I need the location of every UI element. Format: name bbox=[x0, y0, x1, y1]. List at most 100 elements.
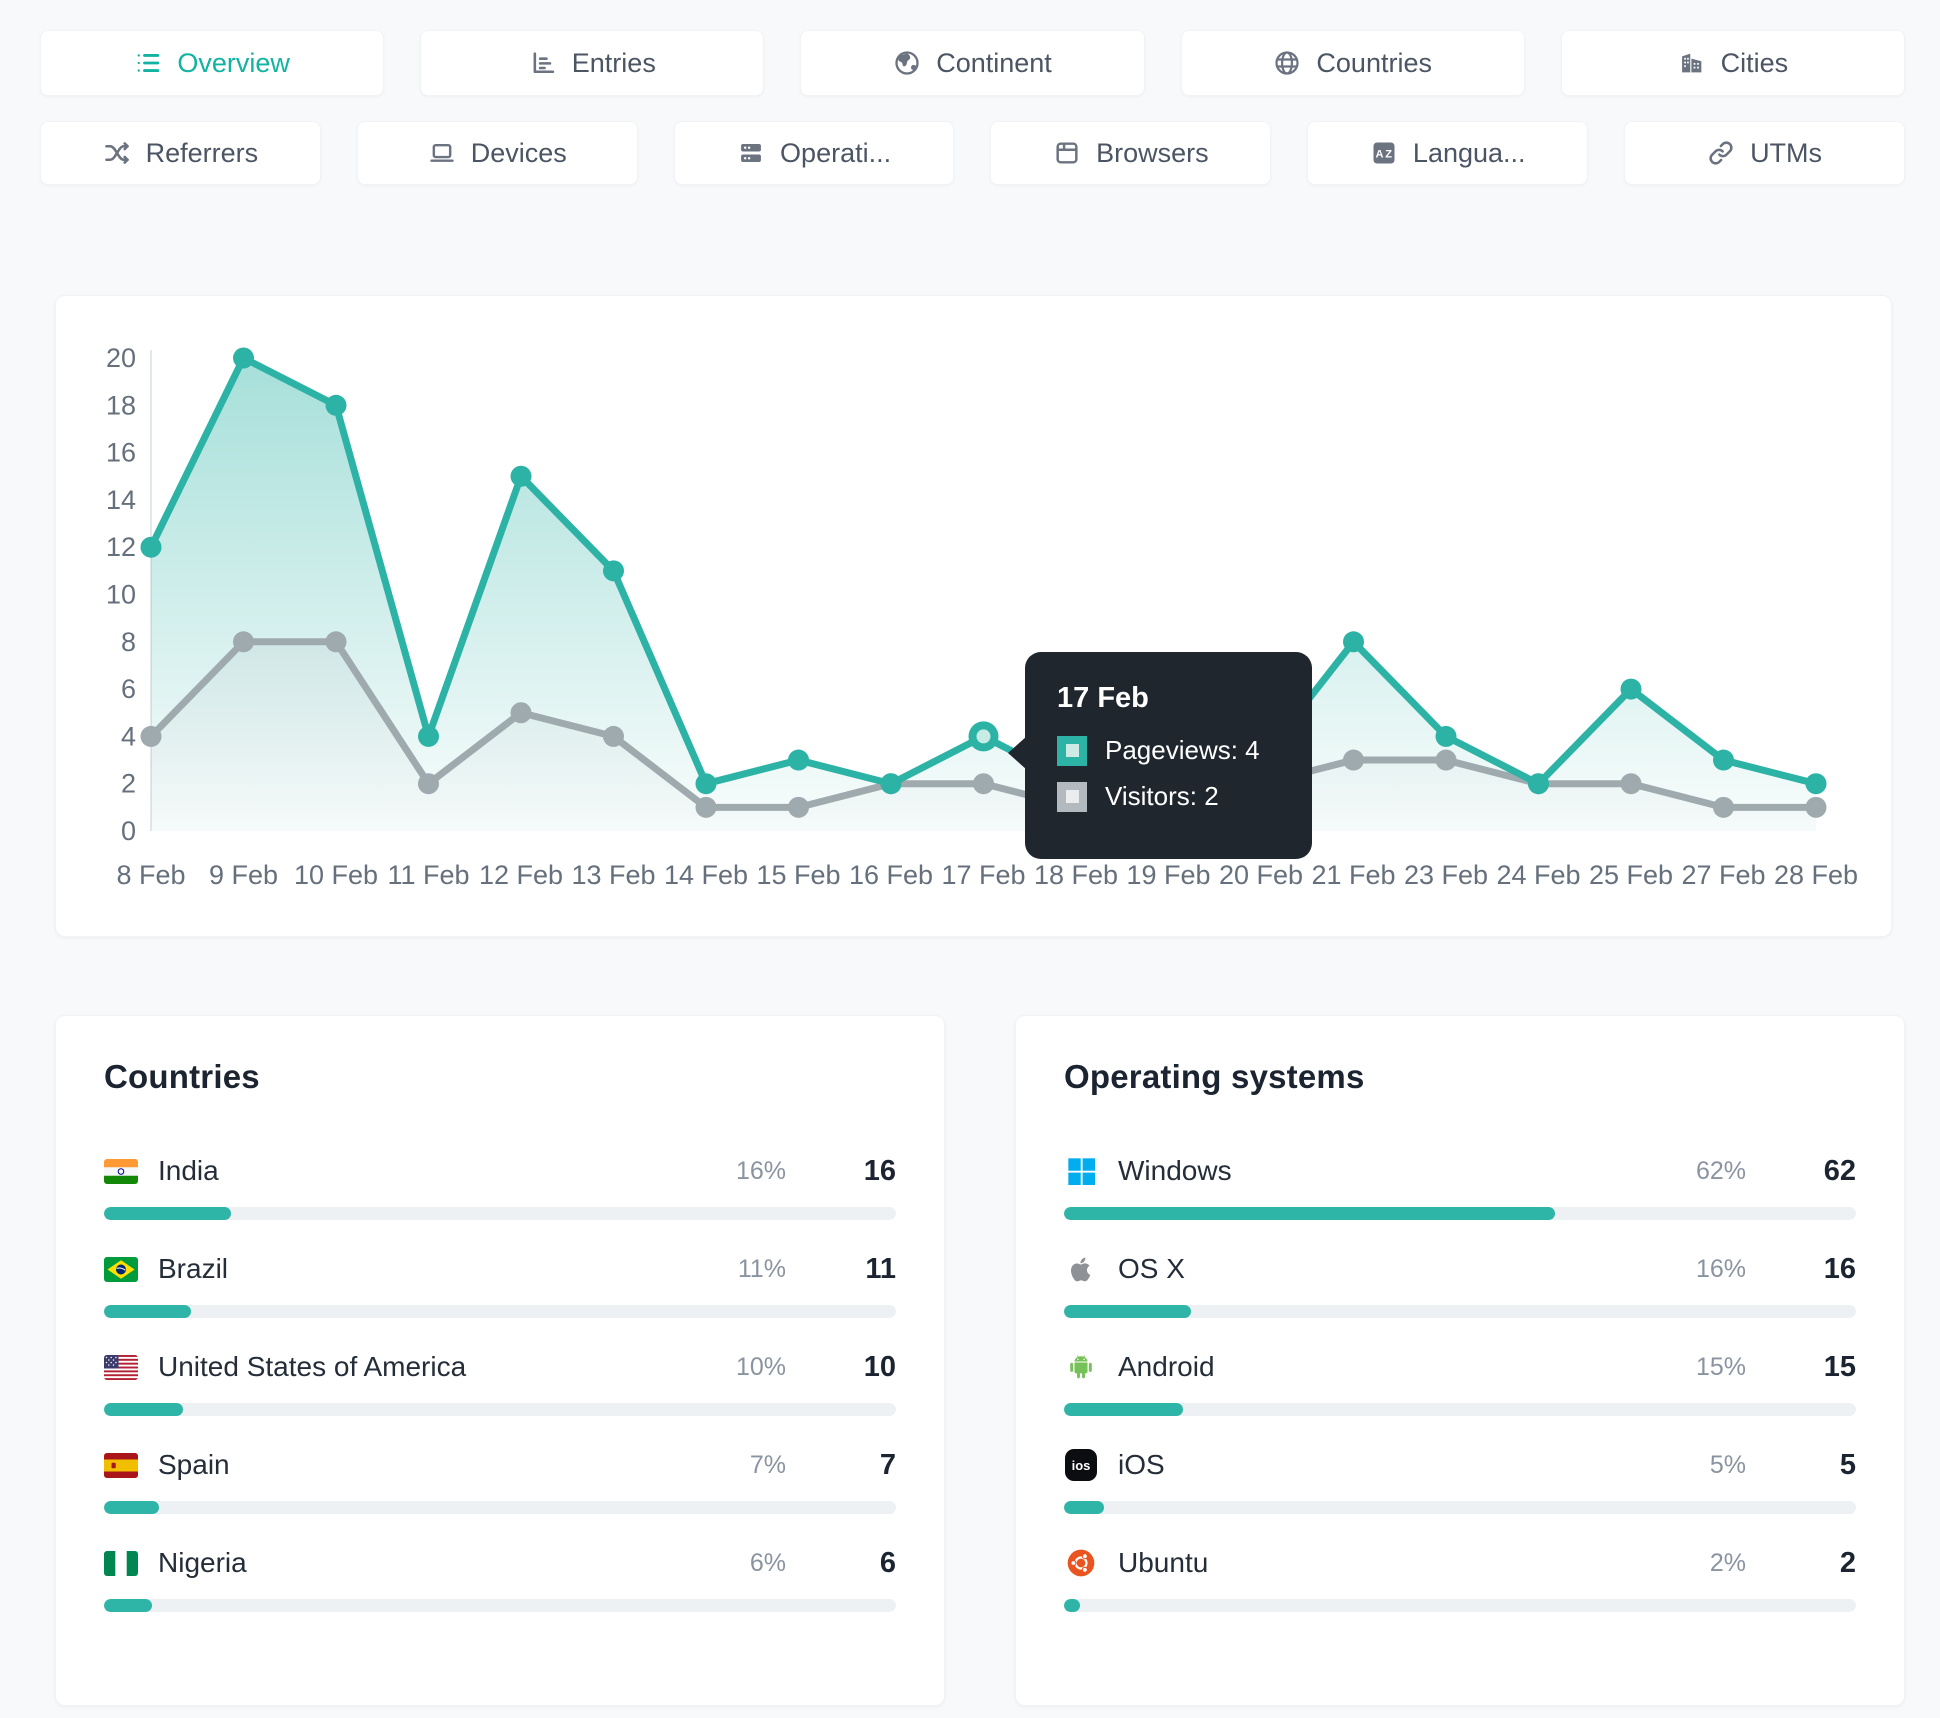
list-item-ios[interactable]: ios iOS 5% 5 bbox=[1064, 1444, 1856, 1514]
operating-systems-list: Windows 62% 62 OS X 16% 16 Android 15% 15 ios iOS 5… bbox=[1064, 1150, 1856, 1612]
countries-list: India 16% 16 Brazil 11% 11 United States of Am… bbox=[104, 1150, 896, 1612]
visitors-data-point[interactable] bbox=[510, 702, 532, 724]
pageviews-data-point[interactable] bbox=[418, 725, 439, 747]
visitors-data-point[interactable] bbox=[788, 796, 809, 818]
visitors-data-point[interactable] bbox=[695, 796, 717, 818]
tab-utms[interactable]: UTMs bbox=[1624, 121, 1905, 185]
list-item-spain[interactable]: Spain 7% 7 bbox=[104, 1444, 896, 1514]
pageviews-data-point[interactable] bbox=[1435, 725, 1457, 747]
tab-browsers[interactable]: Browsers bbox=[990, 121, 1272, 185]
list-item-android[interactable]: Android 15% 15 bbox=[1064, 1346, 1856, 1416]
legend-swatch-inner bbox=[1065, 744, 1079, 757]
list-item-name: Ubuntu bbox=[1118, 1547, 1209, 1578]
visitors-data-point[interactable] bbox=[325, 631, 347, 653]
x-tick-label: 25 Feb bbox=[1589, 860, 1673, 890]
brazil-flag bbox=[104, 1254, 138, 1284]
visitors-data-point[interactable] bbox=[140, 725, 162, 747]
x-tick-label: 13 Feb bbox=[571, 860, 655, 890]
tab-overview[interactable]: Overview bbox=[40, 30, 385, 96]
list-item-percent: 11% bbox=[737, 1254, 786, 1283]
pageviews-data-point[interactable] bbox=[1620, 678, 1642, 700]
buildings-icon bbox=[1678, 49, 1706, 77]
tab-label: Devices bbox=[470, 137, 567, 168]
list-item-ubuntu[interactable]: Ubuntu 2% 2 bbox=[1064, 1542, 1856, 1612]
pageviews-data-point[interactable] bbox=[325, 394, 347, 416]
traffic-chart[interactable]: 0 2 4 6 8 10 12 14 16 18 20 8 Feb 9 Feb 10 Feb 11 Feb 1… bbox=[56, 296, 1891, 911]
tab-label: Browsers bbox=[1096, 137, 1209, 168]
operating-systems-card: Operating systems Windows 62% 62 OS X 16% 16 A… bbox=[1015, 1015, 1905, 1706]
pageviews-data-point[interactable] bbox=[233, 347, 254, 369]
pageviews-data-point[interactable] bbox=[1713, 749, 1734, 771]
tab-label: UTMs bbox=[1750, 137, 1823, 168]
traffic-chart-card: 0 2 4 6 8 10 12 14 16 18 20 8 Feb 9 Feb 10 Feb 11 Feb 1… bbox=[55, 295, 1892, 937]
pageviews-data-point[interactable] bbox=[603, 560, 624, 582]
x-tick-label: 19 Feb bbox=[1126, 860, 1210, 890]
countries-card-title: Countries bbox=[104, 1058, 260, 1095]
list-item-header: Android 15% 15 bbox=[1064, 1346, 1856, 1388]
visitors-data-point[interactable] bbox=[233, 631, 254, 653]
visitors-data-point[interactable] bbox=[1713, 796, 1734, 818]
tab-entries[interactable]: Entries bbox=[420, 30, 765, 96]
list-item-count: 6 bbox=[879, 1546, 896, 1579]
y-tick-label: 0 bbox=[121, 816, 136, 846]
pageviews-data-point[interactable] bbox=[510, 465, 532, 487]
y-tick-label: 4 bbox=[121, 721, 136, 751]
visitors-data-point[interactable] bbox=[1435, 749, 1457, 771]
pageviews-data-point[interactable] bbox=[788, 749, 809, 771]
tab-langua[interactable]: A Z Langua... bbox=[1307, 121, 1589, 185]
list-item-nigeria[interactable]: Nigeria 6% 6 bbox=[104, 1542, 896, 1612]
visitors-data-point[interactable] bbox=[418, 773, 439, 795]
x-tick-label: 14 Feb bbox=[664, 860, 748, 890]
tab-countries[interactable]: Countries bbox=[1180, 30, 1525, 96]
x-tick-label: 16 Feb bbox=[849, 860, 933, 890]
progress-bar-track bbox=[104, 1599, 896, 1612]
list-item-name: iOS bbox=[1118, 1449, 1165, 1480]
tab-operati[interactable]: Operati... bbox=[673, 121, 955, 185]
list-item-percent: 16% bbox=[1695, 1254, 1746, 1283]
pageviews-data-point[interactable] bbox=[880, 773, 902, 795]
tab-continent[interactable]: Continent bbox=[800, 30, 1145, 96]
tab-devices[interactable]: Devices bbox=[356, 121, 638, 185]
list-item-united-states-of-america[interactable]: United States of America 10% 10 bbox=[104, 1346, 896, 1416]
translate-icon: AZ bbox=[1370, 139, 1398, 167]
list-item-india[interactable]: India 16% 16 bbox=[104, 1150, 896, 1220]
visitors-data-point[interactable] bbox=[1343, 749, 1364, 771]
tab-referrers[interactable]: Referrers bbox=[40, 121, 321, 185]
list-item-windows[interactable]: Windows 62% 62 bbox=[1064, 1150, 1856, 1220]
visitors-data-point[interactable] bbox=[1620, 773, 1642, 795]
y-tick-label: 6 bbox=[121, 674, 136, 704]
tooltip-row-label: Visitors: 2 bbox=[1105, 781, 1219, 811]
list-item-header: Brazil 11% 11 bbox=[104, 1248, 896, 1290]
visitors-data-point[interactable] bbox=[603, 725, 624, 747]
visitors-data-point[interactable] bbox=[1805, 796, 1827, 818]
list-item-brazil[interactable]: Brazil 11% 11 bbox=[104, 1248, 896, 1318]
progress-bar-track bbox=[104, 1207, 896, 1220]
pageviews-data-point[interactable] bbox=[695, 773, 717, 795]
server-icon bbox=[737, 139, 765, 167]
progress-bar-fill bbox=[1064, 1207, 1556, 1220]
list-item-header: United States of America 10% 10 bbox=[104, 1346, 896, 1388]
list-item-header: OS X 16% 16 bbox=[1064, 1248, 1856, 1290]
list-item-count: 15 bbox=[1823, 1350, 1856, 1383]
visitors-data-point[interactable] bbox=[973, 773, 994, 795]
progress-bar-track bbox=[1064, 1599, 1856, 1612]
usa-flag bbox=[104, 1352, 138, 1382]
list-item-percent: 6% bbox=[749, 1548, 786, 1577]
pageviews-data-point[interactable] bbox=[140, 536, 162, 558]
x-tick-label: 20 Feb bbox=[1219, 860, 1303, 890]
list-item-name: Nigeria bbox=[158, 1547, 247, 1578]
pageviews-data-point[interactable] bbox=[1805, 773, 1827, 795]
tab-cities[interactable]: Cities bbox=[1560, 30, 1906, 96]
countries-card: Countries India 16% 16 Brazil 11% 11 United St… bbox=[55, 1015, 945, 1706]
pageviews-data-point[interactable] bbox=[1343, 631, 1364, 653]
list-item-count: 62 bbox=[1823, 1154, 1856, 1187]
x-tick-label: 10 Feb bbox=[294, 860, 378, 890]
shuffle-icon bbox=[103, 139, 131, 167]
pageviews-data-point[interactable] bbox=[1528, 773, 1549, 795]
list-item-os-x[interactable]: OS X 16% 16 bbox=[1064, 1248, 1856, 1318]
progress-bar-track bbox=[104, 1305, 896, 1318]
y-tick-label: 10 bbox=[106, 580, 136, 610]
globe-icon bbox=[1273, 49, 1301, 77]
analytics-dashboard: Overview Entries Continent Countries Cities … bbox=[0, 0, 1940, 1718]
list-item-header: ios iOS 5% 5 bbox=[1064, 1444, 1856, 1486]
